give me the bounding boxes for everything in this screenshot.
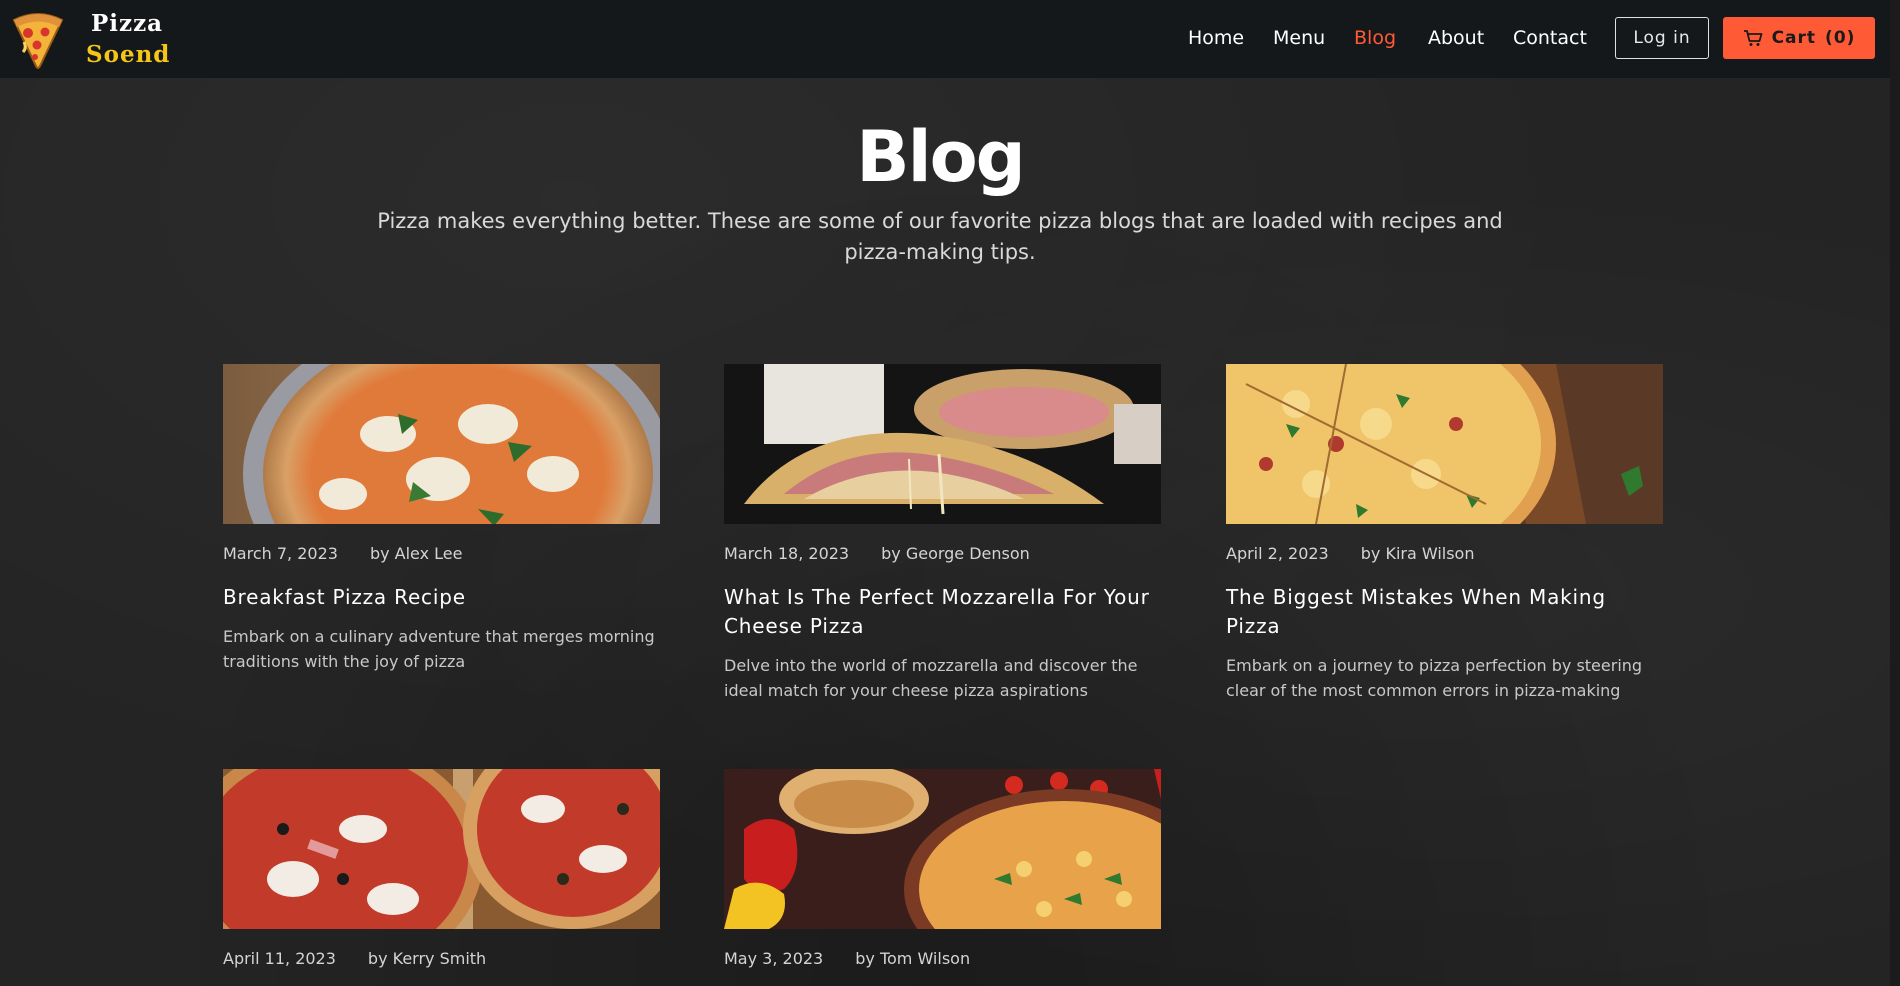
post-date: May 3, 2023	[724, 949, 824, 968]
cart-count: (0)	[1825, 28, 1856, 48]
post-date: March 7, 2023	[223, 544, 338, 563]
nav-contact-link[interactable]: Contact	[1513, 24, 1587, 52]
post-author: by Kerry Smith	[367, 949, 487, 968]
post-title[interactable]: Breakfast Pizza Recipe	[223, 583, 660, 612]
page-subtitle: Pizza makes everything better. These are…	[377, 209, 1503, 264]
post-date: April 2, 2023	[1226, 544, 1329, 563]
post-meta: April 11, 2023 by Kerry Smith	[223, 948, 660, 970]
nav-about-link[interactable]: About	[1428, 24, 1484, 52]
blog-post-card[interactable]: May 3, 2023 by Tom Wilson	[724, 769, 1161, 970]
post-meta: April 2, 2023 by Kira Wilson	[1226, 543, 1663, 565]
post-meta: March 7, 2023 by Alex Lee	[223, 543, 660, 565]
post-author: by Tom Wilson	[855, 949, 971, 968]
post-image-calzone[interactable]	[724, 364, 1161, 524]
nav-menu-link[interactable]: Menu	[1273, 24, 1325, 52]
post-image-margherita[interactable]	[223, 364, 660, 524]
post-excerpt: Delve into the world of mozzarella and d…	[724, 656, 1138, 700]
cart-icon	[1743, 30, 1762, 46]
post-date: April 11, 2023	[223, 949, 336, 968]
post-title[interactable]: The Biggest Mistakes When Making Pizza	[1226, 583, 1663, 641]
scrollbar[interactable]	[1890, 0, 1900, 986]
brand-name[interactable]: Pizza Soend	[86, 8, 170, 70]
blog-post-card[interactable]: March 18, 2023 by George Denson What Is …	[724, 364, 1161, 703]
nav-home-link[interactable]: Home	[1188, 24, 1244, 52]
post-excerpt: Embark on a journey to pizza perfection …	[1226, 656, 1643, 700]
login-button[interactable]: Log in	[1615, 17, 1709, 59]
post-meta: March 18, 2023 by George Denson	[724, 543, 1161, 565]
pizza-slice-icon[interactable]	[10, 8, 66, 70]
brand-line-1: Pizza	[91, 10, 164, 37]
page-title: Blog	[856, 116, 1026, 198]
post-author: by Alex Lee	[369, 544, 463, 563]
navbar: Pizza Soend Home Menu Blog About Contact…	[0, 0, 1900, 78]
blog-post-card[interactable]: April 11, 2023 by Kerry Smith	[223, 769, 660, 970]
post-meta: May 3, 2023 by Tom Wilson	[724, 948, 1161, 970]
brand-line-2: Soend	[86, 41, 171, 68]
post-excerpt: Embark on a culinary adventure that merg…	[223, 627, 655, 671]
cart-button[interactable]: Cart (0)	[1723, 17, 1875, 59]
post-date: March 18, 2023	[724, 544, 850, 563]
cart-label: Cart	[1771, 28, 1817, 48]
page: Pizza Soend Home Menu Blog About Contact…	[0, 0, 1900, 986]
post-title[interactable]: What Is The Perfect Mozzarella For Your …	[724, 583, 1161, 641]
post-author: by George Denson	[881, 544, 1030, 563]
post-image-two-pizzas[interactable]	[223, 769, 660, 929]
post-author: by Kira Wilson	[1360, 544, 1475, 563]
post-image-hawaiian[interactable]	[1226, 364, 1663, 524]
blog-post-card[interactable]: March 7, 2023 by Alex Lee Breakfast Pizz…	[223, 364, 660, 674]
nav-blog-link[interactable]: Blog	[1354, 24, 1396, 52]
post-image-peppers-pizza[interactable]	[724, 769, 1161, 929]
blog-post-card[interactable]: April 2, 2023 by Kira Wilson The Biggest…	[1226, 364, 1663, 703]
